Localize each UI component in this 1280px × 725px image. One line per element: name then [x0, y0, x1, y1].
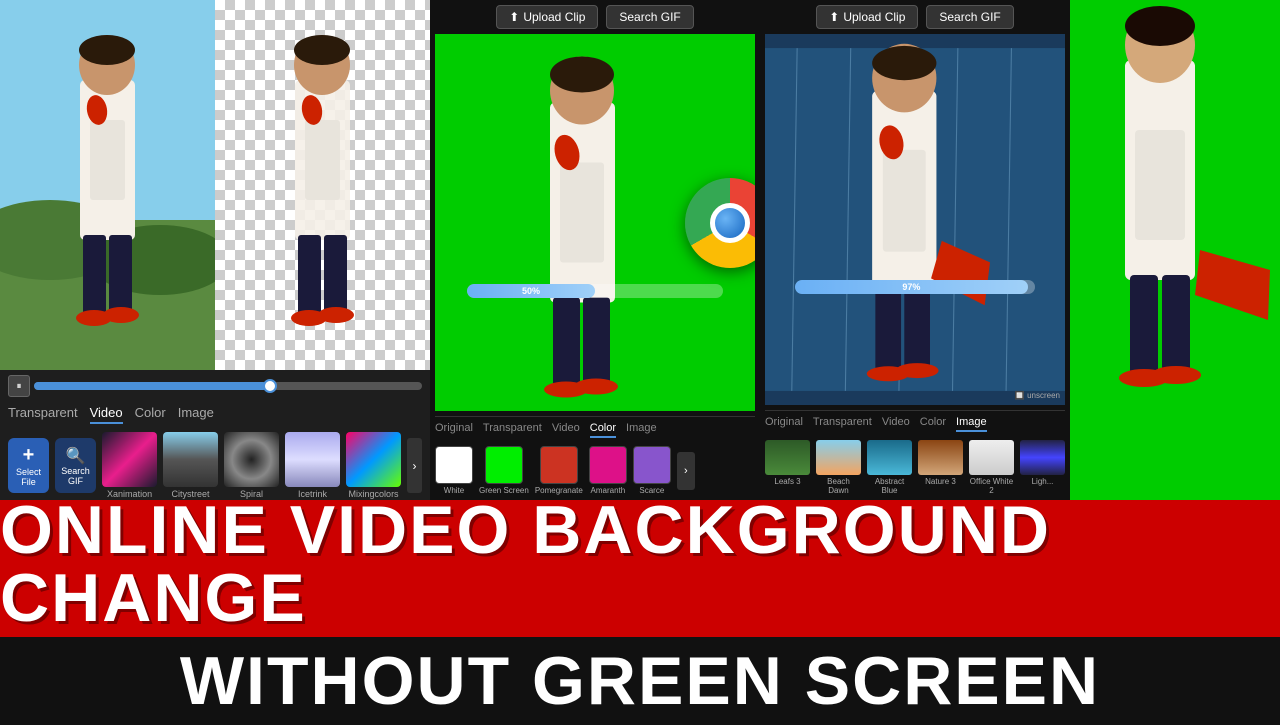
background-thumbnails: + Select File 🔍 Search GIF Xanimation Ci…: [8, 432, 422, 499]
bottom-section: ONLINE VIDEO BACKGROUND CHANGE WITHOUT G…: [0, 500, 1280, 720]
swatch-purple[interactable]: Scarce: [633, 446, 671, 495]
right-panel: Upload Clip Search GIF: [760, 0, 1070, 500]
tab-color[interactable]: Color: [135, 403, 166, 424]
list-item[interactable]: Mixingcolors: [346, 432, 401, 499]
image-thumbnails: Leafs 3 Beach Dawn Abstract Blue Nature …: [765, 440, 1065, 495]
swatch-white[interactable]: White: [435, 446, 473, 495]
tab-video-right[interactable]: Video: [882, 414, 910, 432]
left-panel: Transparent Video Color Image + Select F…: [0, 0, 430, 500]
upload-clip-button[interactable]: Upload Clip: [496, 5, 598, 29]
middle-panel: Upload Clip Search GIF 50%: [430, 0, 760, 500]
left-controls: Transparent Video Color Image + Select F…: [0, 370, 430, 500]
title-line2: WITHOUT GREEN SCREEN: [0, 637, 1280, 725]
swatch-pink[interactable]: Amaranth: [589, 446, 627, 495]
tab-video[interactable]: Video: [552, 420, 580, 438]
tab-transparent[interactable]: Transparent: [483, 420, 542, 438]
title-line1: ONLINE VIDEO BACKGROUND CHANGE: [0, 496, 1280, 632]
list-item[interactable]: Ligh...: [1020, 440, 1065, 495]
right-top-buttons: Upload Clip Search GIF: [765, 5, 1065, 29]
list-item[interactable]: Nature 3: [918, 440, 963, 495]
background-tabs: Transparent Video Color Image: [8, 403, 422, 424]
swatch-red[interactable]: Pomegranate: [535, 446, 583, 495]
middle-result-tabs: Original Transparent Video Color Image: [435, 416, 755, 441]
list-item[interactable]: Spiral: [224, 432, 279, 499]
list-item[interactable]: Beach Dawn: [816, 440, 861, 495]
timeline-bar: [8, 375, 422, 397]
list-item[interactable]: Icetrink: [285, 432, 340, 499]
tab-original[interactable]: Original: [435, 420, 473, 438]
list-item[interactable]: Office White 2: [969, 440, 1014, 495]
list-item[interactable]: Leafs 3: [765, 440, 810, 495]
tab-transparent-right[interactable]: Transparent: [813, 414, 872, 432]
far-right-green: [1070, 0, 1280, 500]
swatch-green[interactable]: Green Screen: [479, 446, 529, 495]
swatches-scroll-right[interactable]: ›: [677, 452, 695, 490]
chrome-logo: [685, 178, 755, 268]
list-item[interactable]: Abstract Blue: [867, 440, 912, 495]
progress-bar-right: 97%: [795, 280, 1035, 294]
tab-color[interactable]: Color: [590, 420, 616, 438]
search-gif-top-button[interactable]: Search GIF: [606, 5, 693, 29]
scroll-right-button[interactable]: ›: [407, 438, 422, 493]
search-gif-button-right[interactable]: Search GIF: [926, 5, 1013, 29]
tab-image-right[interactable]: Image: [956, 414, 987, 432]
select-file-button[interactable]: + Select File: [8, 438, 49, 493]
tab-video[interactable]: Video: [90, 403, 123, 424]
search-gif-button[interactable]: 🔍 Search GIF: [55, 438, 96, 493]
list-item[interactable]: Citystreet: [163, 432, 218, 499]
tab-image[interactable]: Image: [626, 420, 657, 438]
tab-transparent[interactable]: Transparent: [8, 403, 78, 424]
play-pause-button[interactable]: [8, 375, 30, 397]
tab-color-right[interactable]: Color: [920, 414, 946, 432]
list-item[interactable]: Xanimation: [102, 432, 157, 499]
video-transparent: [215, 0, 430, 370]
middle-top-buttons: Upload Clip Search GIF: [435, 5, 755, 29]
tab-original-right[interactable]: Original: [765, 414, 803, 432]
timeline-track[interactable]: [34, 382, 422, 390]
progress-bar-middle: 50%: [467, 284, 723, 298]
color-swatches: White Green Screen Pomegranate Amaranth …: [435, 446, 755, 495]
middle-video-frame: 50%: [435, 34, 755, 411]
upload-clip-button-right[interactable]: Upload Clip: [816, 5, 918, 29]
unscreen-badge: 🔲 unscreen: [1015, 391, 1060, 400]
video-original: [0, 0, 215, 370]
right-video-frame: 97% 🔲 unscreen: [765, 34, 1065, 405]
tab-image[interactable]: Image: [178, 403, 214, 424]
right-result-tabs: Original Transparent Video Color Image: [765, 410, 1065, 435]
